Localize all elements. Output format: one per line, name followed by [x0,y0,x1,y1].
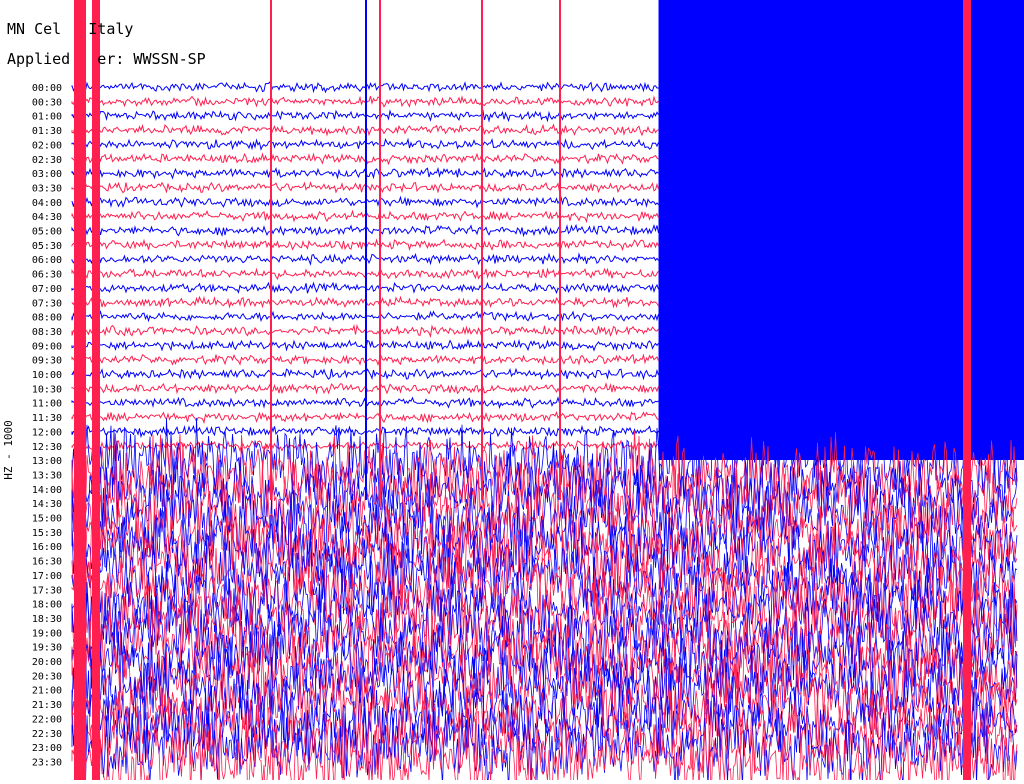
row-label-2100: 21:00 [32,686,62,697]
row-label-1100: 11:00 [32,399,62,410]
row-label-0730: 07:30 [32,298,62,309]
event-column-3 [963,0,971,780]
row-label-0530: 05:30 [32,241,62,252]
seismogram-canvas: 00:00 00:30 01:00 01:30 02:00 02:30 03:00 03:30… [32,0,1024,784]
row-label-1000: 10:00 [32,370,62,381]
row-label-0230: 02:30 [32,155,62,166]
row-label-0800: 08:00 [32,313,62,324]
row-label-0500: 05:00 [32,227,62,238]
row-label-1200: 12:00 [32,427,62,438]
row-label-1800: 18:00 [32,600,62,611]
row-label-1630: 16:30 [32,557,62,568]
row-label-1430: 14:30 [32,499,62,510]
row-label-0030: 00:30 [32,97,62,108]
station-title: MN Cel Italy [7,20,134,38]
row-label-1330: 13:30 [32,470,62,481]
row-label-0600: 06:00 [32,255,62,266]
row-label-0000: 00:00 [32,83,62,94]
row-label-2000: 20:00 [32,657,62,668]
row-label-0130: 01:30 [32,126,62,137]
row-label-1600: 16:00 [32,542,62,553]
row-label-2130: 21:30 [32,700,62,711]
row-label-1230: 12:30 [32,442,62,453]
row-label-1400: 14:00 [32,485,62,496]
row-label-0430: 04:30 [32,212,62,223]
row-label-0100: 01:00 [32,112,62,123]
row-label-1900: 19:00 [32,628,62,639]
row-label-0930: 09:30 [32,356,62,367]
row-label-1730: 17:30 [32,585,62,596]
row-label-0400: 04:00 [32,198,62,209]
row-label-2330: 23:30 [32,757,62,768]
row-label-0830: 08:30 [32,327,62,338]
row-label-1930: 19:30 [32,643,62,654]
row-label-1130: 11:30 [32,413,62,424]
row-label-1530: 15:30 [32,528,62,539]
row-label-1500: 15:00 [32,514,62,525]
row-label-0900: 09:00 [32,341,62,352]
row-label-2030: 20:30 [32,671,62,682]
helicorder-plot: 00:00 00:30 01:00 01:30 02:00 02:30 03:00 03:30… [0,0,1024,784]
y-axis-label-text: HHZ - 10000 [2,420,15,480]
row-label-1030: 10:30 [32,384,62,395]
y-axis-label: HHZ - 10000 [2,420,15,480]
row-label-0330: 03:30 [32,183,62,194]
row-label-2300: 23:00 [32,743,62,754]
row-label-2200: 22:00 [32,714,62,725]
row-label-1300: 13:00 [32,456,62,467]
row-label-0200: 02:00 [32,140,62,151]
row-label-0300: 03:00 [32,169,62,180]
row-label-0630: 06:30 [32,270,62,281]
row-label-2230: 22:30 [32,729,62,740]
row-label-1830: 18:30 [32,614,62,625]
filter-label: Applied er: WWSSN-SP [7,50,206,68]
event-column-2 [92,0,100,780]
row-label-0700: 07:00 [32,284,62,295]
event-column-1 [74,0,86,780]
row-label-1700: 17:00 [32,571,62,582]
